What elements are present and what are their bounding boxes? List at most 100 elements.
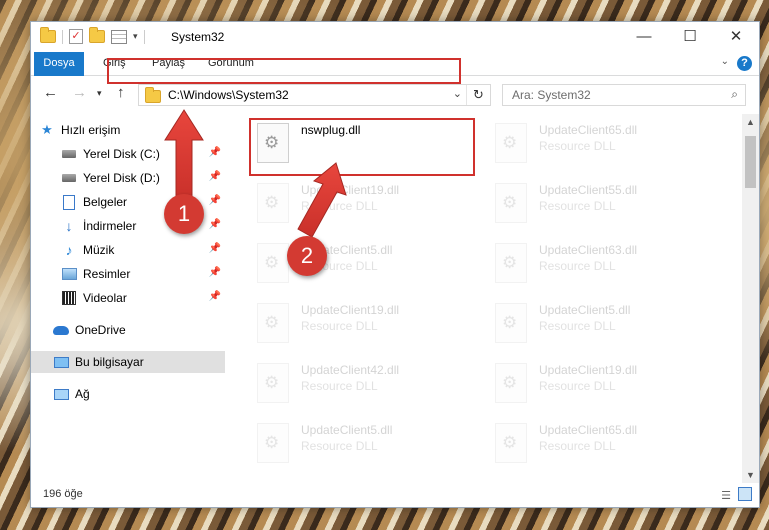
toolbar-dropdown-icon[interactable]: ▾ xyxy=(133,31,138,42)
pictures-icon xyxy=(61,268,77,280)
sidebar-item-music[interactable]: ♪ Müzik 📌 xyxy=(31,239,225,261)
sidebar-item-videos[interactable]: Videolar 📌 xyxy=(31,287,225,309)
file-name: UpdateClient55.dll xyxy=(539,183,638,197)
file-name: UpdateClient19.dll xyxy=(301,303,400,317)
music-icon: ♪ xyxy=(65,242,73,258)
file-type: Resource DLL xyxy=(301,199,378,213)
sidebar-item-label: Yerel Disk (C:) xyxy=(83,147,160,161)
pin-icon[interactable]: 📌 xyxy=(209,219,221,230)
file-name: UpdateClient19.dll xyxy=(539,363,638,377)
vertical-scrollbar[interactable]: ▲ ▼ xyxy=(742,114,759,484)
sidebar-item-quick-access[interactable]: ★ Hızlı erişim xyxy=(31,119,225,141)
file-type: Resource DLL xyxy=(539,439,616,453)
file-name: UpdateClient19.dll xyxy=(301,183,400,197)
file-item[interactable]: UpdateClient19.dll Resource DLL xyxy=(489,359,709,413)
pin-icon[interactable]: 📌 xyxy=(209,291,221,302)
large-icons-view-icon[interactable] xyxy=(738,487,752,501)
dll-file-icon xyxy=(495,243,527,283)
title-bar: ✓ ▾ System32 — ☐ ✕ xyxy=(31,22,759,52)
dll-file-icon xyxy=(495,303,527,343)
scroll-up-icon[interactable]: ▲ xyxy=(742,114,759,131)
pin-icon[interactable]: 📌 xyxy=(209,267,221,278)
chevron-down-icon[interactable]: ⌄ xyxy=(453,87,462,100)
sidebar-item-label: Belgeler xyxy=(83,195,128,209)
file-item[interactable]: UpdateClient5.dll Resource DLL xyxy=(489,299,709,353)
up-arrow-icon[interactable]: ↑ xyxy=(117,84,125,101)
sidebar-item-local-disk-d[interactable]: Yerel Disk (D:) 📌 xyxy=(31,167,225,189)
videos-icon xyxy=(62,291,76,305)
file-name: UpdateClient42.dll xyxy=(301,363,400,377)
sidebar-item-label: İndirmeler xyxy=(83,219,137,233)
pin-icon[interactable]: 📌 xyxy=(209,147,221,158)
minimize-button[interactable]: — xyxy=(621,22,667,52)
step-2-badge: 2 xyxy=(287,236,327,276)
help-icon[interactable]: ? xyxy=(737,56,752,71)
expand-ribbon-icon[interactable]: ⌄ xyxy=(721,56,729,67)
recent-locations-chevron-icon[interactable]: ▾ xyxy=(97,88,102,99)
file-name: UpdateClient65.dll xyxy=(539,123,638,137)
sidebar-item-label: Yerel Disk (D:) xyxy=(83,171,160,185)
dll-file-icon xyxy=(257,303,289,343)
properties-checkmark-icon[interactable]: ✓ xyxy=(69,29,83,44)
file-type: Resource DLL xyxy=(539,379,616,393)
file-item[interactable]: UpdateClient19.dll Resource DLL xyxy=(251,179,471,233)
file-item[interactable]: UpdateClient65.dll Resource DLL xyxy=(489,119,709,173)
new-folder-icon[interactable] xyxy=(89,27,105,43)
star-icon: ★ xyxy=(41,122,53,137)
item-count: 196 öğe xyxy=(43,488,83,500)
file-item[interactable]: UpdateClient63.dll Resource DLL xyxy=(489,239,709,293)
sidebar-item-label: Ağ xyxy=(75,387,90,401)
sidebar-item-network[interactable]: Ağ xyxy=(31,383,225,405)
sidebar-item-onedrive[interactable]: OneDrive xyxy=(31,319,225,341)
file-item[interactable]: UpdateClient19.dll Resource DLL xyxy=(251,299,471,353)
file-type: Resource DLL xyxy=(539,199,616,213)
step-1-badge: 1 xyxy=(164,194,204,234)
pin-icon[interactable]: 📌 xyxy=(209,195,221,206)
search-box[interactable]: Ara: System32 ⌕ xyxy=(502,84,746,106)
sidebar-item-pictures[interactable]: Resimler 📌 xyxy=(31,263,225,285)
file-explorer-window: ✓ ▾ System32 — ☐ ✕ Dosya Giriş Paylaş Gö… xyxy=(30,21,760,508)
forward-arrow-icon[interactable]: → xyxy=(72,84,87,101)
scrollbar-thumb[interactable] xyxy=(745,136,756,188)
address-bar[interactable]: C:\Windows\System32 ⌄ ↻ xyxy=(138,84,491,106)
file-type: Resource DLL xyxy=(539,139,616,153)
drive-icon xyxy=(62,150,76,158)
details-view-icon[interactable]: ☰ xyxy=(721,489,731,502)
status-bar: 196 öğe ☰ xyxy=(31,483,759,507)
pin-icon[interactable]: 📌 xyxy=(209,171,221,182)
file-item[interactable]: UpdateClient55.dll Resource DLL xyxy=(489,179,709,233)
address-path[interactable]: C:\Windows\System32 xyxy=(168,88,289,102)
sidebar-item-local-disk-c[interactable]: Yerel Disk (C:) 📌 xyxy=(31,143,225,165)
pin-icon[interactable]: 📌 xyxy=(209,243,221,254)
file-type: Resource DLL xyxy=(301,439,378,453)
dll-file-icon xyxy=(495,123,527,163)
quick-access-toolbar: ✓ ▾ xyxy=(40,27,145,44)
dll-file-icon xyxy=(257,363,289,403)
file-item[interactable]: UpdateClient5.dll Resource DLL xyxy=(251,239,471,293)
search-placeholder[interactable]: Ara: System32 xyxy=(512,88,591,102)
file-item[interactable]: UpdateClient65.dll Resource DLL xyxy=(489,419,709,473)
sidebar-item-this-pc[interactable]: Bu bilgisayar xyxy=(31,351,225,373)
file-name: UpdateClient63.dll xyxy=(539,243,638,257)
close-button[interactable]: ✕ xyxy=(713,22,759,52)
search-icon[interactable]: ⌕ xyxy=(731,87,738,102)
dll-file-icon xyxy=(257,423,289,463)
file-item[interactable]: UpdateClient42.dll Resource DLL xyxy=(251,359,471,413)
downloads-icon: ↓ xyxy=(65,218,73,234)
toolbar-divider xyxy=(143,29,145,44)
cloud-icon xyxy=(53,325,69,335)
sidebar-item-label: Bu bilgisayar xyxy=(75,355,144,369)
window-title: System32 xyxy=(171,30,225,44)
back-arrow-icon[interactable]: ← xyxy=(43,84,58,101)
refresh-icon[interactable]: ↻ xyxy=(466,85,490,105)
customize-toolbar-icon[interactable] xyxy=(111,29,127,44)
network-icon xyxy=(53,388,69,400)
sidebar-item-label: OneDrive xyxy=(75,323,126,337)
sidebar-item-label: Resimler xyxy=(83,267,131,281)
scroll-down-icon[interactable]: ▼ xyxy=(742,467,759,484)
maximize-button[interactable]: ☐ xyxy=(667,22,713,52)
file-item[interactable]: UpdateClient5.dll Resource DLL xyxy=(251,419,471,473)
dll-file-icon xyxy=(495,183,527,223)
sidebar-item-label: Hızlı erişim xyxy=(61,123,121,137)
address-bar-highlight xyxy=(107,58,461,84)
